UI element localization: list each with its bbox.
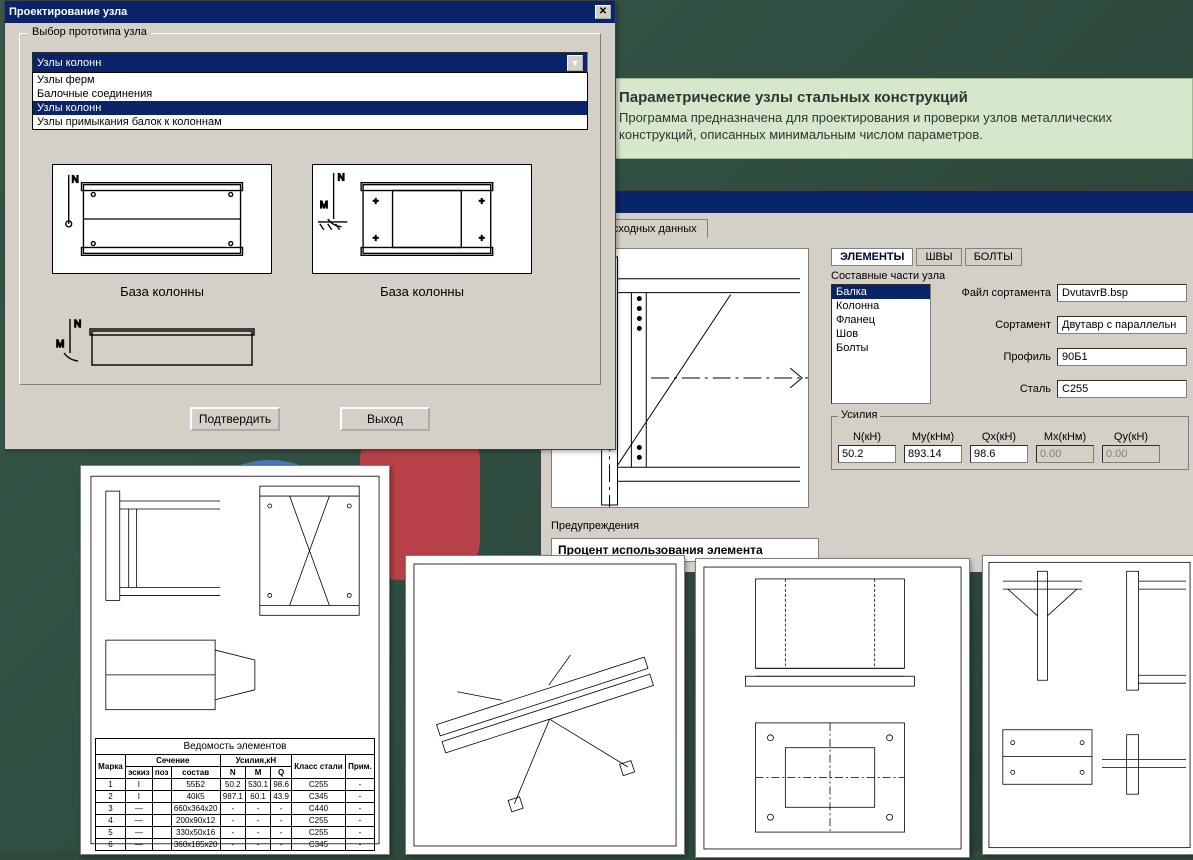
force-lbl-qx: Qx(кН)	[970, 431, 1028, 443]
label-profile: Профиль	[941, 351, 1051, 363]
label-file: Файл сортамента	[941, 287, 1051, 299]
sheet-report-4	[982, 555, 1193, 855]
input-steel[interactable]: С255	[1057, 380, 1187, 398]
prototype-thumb-2[interactable]: N M + + + + База колонны	[312, 164, 532, 299]
svg-text:N: N	[338, 173, 345, 184]
dialog-title: Проектирование узла	[9, 6, 127, 18]
table-row: 5—330x50x16---С255-	[96, 827, 375, 839]
sheet-report-3	[695, 558, 970, 858]
table-row: 6—360x185x20---С345-	[96, 839, 375, 851]
parts-listbox[interactable]: Балка Колонна Фланец Шов Болты	[831, 284, 931, 404]
svg-text:M: M	[56, 339, 64, 350]
input-file[interactable]: DvutavrB.bsp	[1057, 284, 1187, 302]
force-lbl-qy: Qy(кН)	[1102, 431, 1160, 443]
sheet-report-2	[405, 555, 685, 855]
warnings-label: Предупреждения	[551, 520, 821, 532]
node-design-dialog: Проектирование узла ✕ Выбор прототипа уз…	[4, 0, 616, 450]
svg-text:N: N	[74, 319, 81, 330]
properties-titlebar[interactable]: Свойства	[541, 191, 1193, 213]
input-profile[interactable]: 90Б1	[1057, 348, 1187, 366]
thumb-2-label: База колонны	[312, 284, 532, 299]
subtabs: ЭЛЕМЕНТЫ ШВЫ БОЛТЫ	[831, 248, 1189, 266]
svg-text:+: +	[479, 234, 485, 245]
force-lbl-n: N(кН)	[838, 431, 896, 443]
part-bolts[interactable]: Болты	[832, 341, 930, 355]
option-ferm[interactable]: Узлы ферм	[33, 73, 587, 87]
force-input-qx[interactable]	[970, 445, 1028, 463]
properties-window: Свойства Задание исходных данных	[540, 190, 1193, 573]
exit-button[interactable]: Выход	[340, 407, 430, 431]
forces-legend: Усилия	[838, 409, 880, 421]
prototype-dropdown[interactable]: Узлы ферм Балочные соединения Узлы колон…	[32, 72, 588, 130]
force-lbl-mx: Mx(кНм)	[1036, 431, 1094, 443]
table-row: 2I40К5987.160.143.9С345-	[96, 791, 375, 803]
confirm-button[interactable]: Подтвердить	[190, 407, 280, 431]
prototype-combobox[interactable]: Узлы колонн ▼ Узлы ферм Балочные соедине…	[32, 52, 588, 74]
force-lbl-my: My(кНм)	[904, 431, 962, 443]
label-sortament: Сортамент	[941, 319, 1051, 331]
prototype-thumb-3[interactable]: N M	[52, 319, 272, 369]
option-beam-column[interactable]: Узлы примыкания балок к колоннам	[33, 115, 587, 129]
thumb-1-label: База колонны	[52, 284, 272, 299]
chevron-down-icon[interactable]: ▼	[567, 55, 583, 71]
prototype-groupbox: Выбор прототипа узла Узлы колонн ▼ Узлы …	[19, 33, 601, 385]
dialog-titlebar[interactable]: Проектирование узла ✕	[5, 1, 615, 23]
force-input-qy	[1102, 445, 1160, 463]
part-beam[interactable]: Балка	[832, 285, 930, 299]
table-title: Ведомость элементов	[96, 739, 375, 755]
table-row: 4—200x90x12---С255-	[96, 815, 375, 827]
subtab-welds[interactable]: ШВЫ	[916, 248, 961, 266]
subtab-bolts[interactable]: БОЛТЫ	[965, 248, 1022, 266]
option-columns[interactable]: Узлы колонн	[33, 101, 587, 115]
force-input-mx	[1036, 445, 1094, 463]
svg-text:+: +	[373, 234, 379, 245]
prototype-thumb-1[interactable]: N База колонны	[52, 164, 272, 299]
table-row: 1I55Б250.2530.198.6С255-	[96, 779, 375, 791]
svg-text:M: M	[320, 200, 328, 211]
svg-text:+: +	[373, 196, 379, 207]
sheet-report-1: Ведомость элементов Марка Сечение Усилия…	[80, 465, 390, 855]
info-text: Программа предназначена для проектирован…	[619, 110, 1180, 144]
part-flange[interactable]: Фланец	[832, 313, 930, 327]
subtab-elements[interactable]: ЭЛЕМЕНТЫ	[831, 248, 913, 266]
close-icon[interactable]: ✕	[595, 5, 611, 19]
force-input-my[interactable]	[904, 445, 962, 463]
part-column[interactable]: Колонна	[832, 299, 930, 313]
input-sortament[interactable]: Двутавр с параллельн	[1057, 316, 1187, 334]
option-beam-conn[interactable]: Балочные соединения	[33, 87, 587, 101]
parts-label: Составные части узла	[831, 270, 1189, 282]
info-panel: Параметрические узлы стальных конструкци…	[576, 78, 1193, 159]
forces-group: Усилия N(кН) My(кНм) Qx(кН) Mx(кНм) Qy(к…	[831, 416, 1189, 470]
svg-text:N: N	[72, 175, 79, 186]
elements-table: Ведомость элементов Марка Сечение Усилия…	[95, 738, 375, 851]
combobox-selected: Узлы колонн	[37, 57, 101, 69]
table-row: 3—660x364x20---С440-	[96, 803, 375, 815]
force-input-n[interactable]	[838, 445, 896, 463]
info-title: Параметрические узлы стальных конструкци…	[619, 89, 1180, 106]
svg-text:+: +	[479, 196, 485, 207]
part-weld[interactable]: Шов	[832, 327, 930, 341]
prototype-legend: Выбор прототипа узла	[28, 26, 151, 38]
label-steel: Сталь	[941, 383, 1051, 395]
